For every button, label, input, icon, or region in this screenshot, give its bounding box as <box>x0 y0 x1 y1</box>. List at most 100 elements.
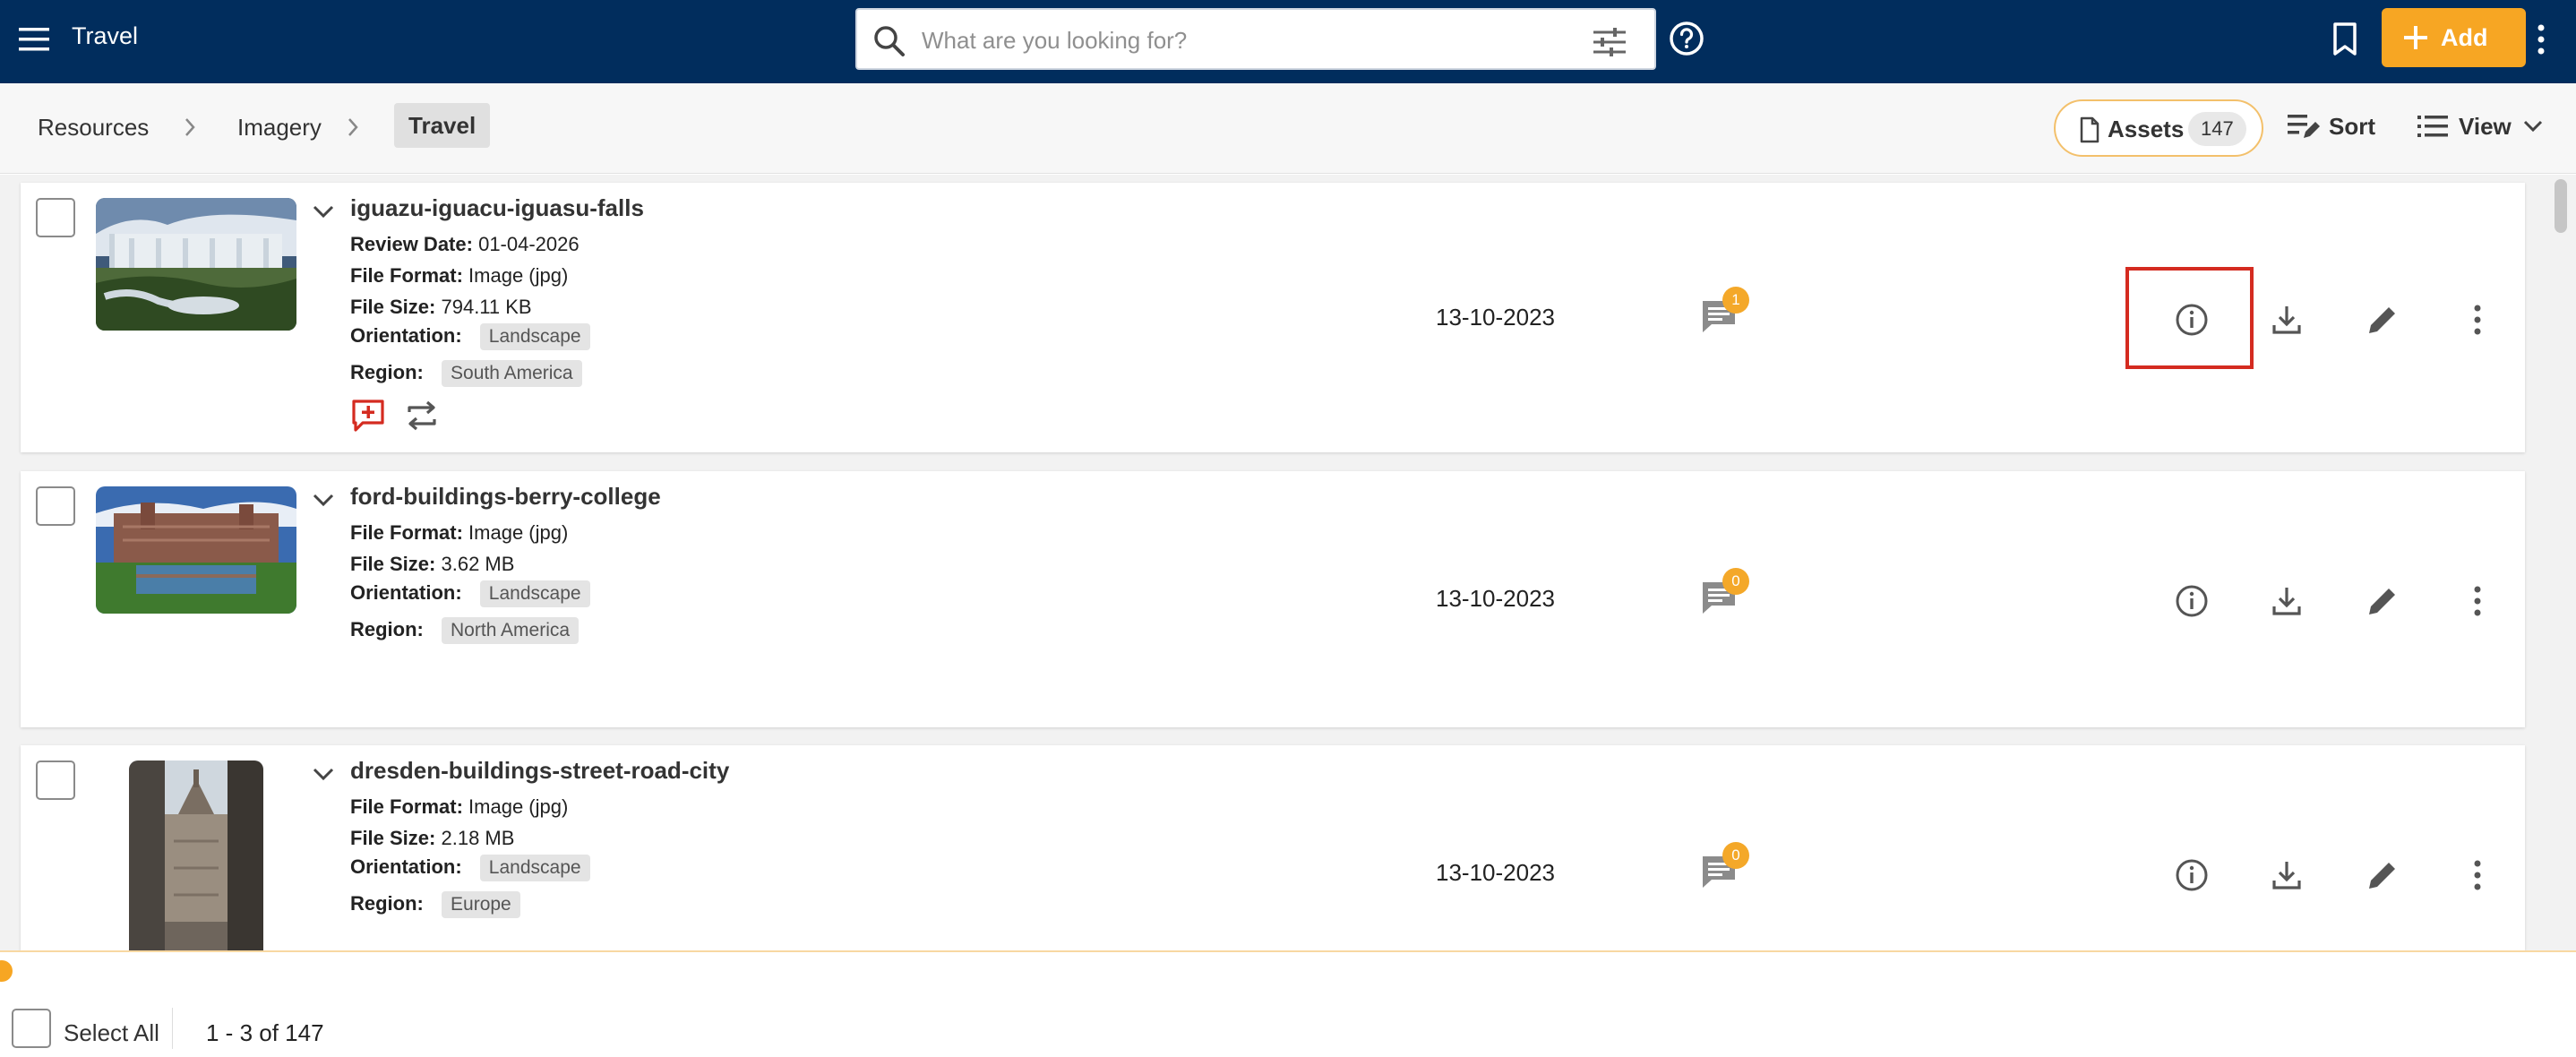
file-format-row: File Format: Image (jpg) <box>350 521 568 545</box>
orientation-tag: Landscape <box>479 323 590 350</box>
expand-chevron-icon[interactable] <box>309 763 338 786</box>
asset-checkbox[interactable] <box>36 486 75 526</box>
file-format-label: File Format: <box>350 521 463 544</box>
file-format-row: File Format: Image (jpg) <box>350 264 568 288</box>
select-all-checkbox[interactable] <box>12 1009 51 1048</box>
breadcrumb-resources[interactable]: Resources <box>38 114 149 142</box>
file-size-value: 2.18 MB <box>441 827 515 849</box>
orientation-tag: Landscape <box>479 580 590 607</box>
file-format-value: Image (jpg) <box>468 264 569 287</box>
region-row: Region: North America <box>350 617 580 644</box>
row-more-button[interactable] <box>2456 854 2499 897</box>
asset-card: ford-buildings-berry-college File Format… <box>21 471 2525 727</box>
review-date-label: Review Date: <box>350 233 473 255</box>
bookmark-icon[interactable] <box>2327 20 2363 59</box>
scrollbar-thumb[interactable] <box>2555 179 2567 233</box>
document-icon <box>2080 116 2099 143</box>
region-tag: North America <box>442 617 580 644</box>
repeat-icon[interactable] <box>404 398 440 434</box>
info-icon <box>2176 585 2208 617</box>
row-more-button[interactable] <box>2456 580 2499 623</box>
edit-button[interactable] <box>2361 580 2404 623</box>
asset-name[interactable]: ford-buildings-berry-college <box>350 483 661 511</box>
more-options-icon[interactable] <box>2528 20 2555 59</box>
search-input[interactable] <box>922 21 1531 60</box>
more-vertical-icon <box>2474 586 2481 616</box>
edit-button[interactable] <box>2361 854 2404 897</box>
view-button[interactable]: View <box>2416 107 2550 146</box>
list-view-icon <box>2417 116 2448 137</box>
orientation-row: Orientation: Landscape <box>350 580 590 607</box>
view-label: View <box>2459 113 2512 140</box>
footer-divider <box>172 1008 173 1049</box>
assets-button[interactable]: Assets 147 <box>2054 99 2263 157</box>
file-size-row: File Size: 2.18 MB <box>350 827 514 850</box>
add-comment-icon[interactable] <box>350 398 386 434</box>
region-tag: Europe <box>442 891 520 918</box>
expand-chevron-icon[interactable] <box>309 201 338 224</box>
info-button[interactable] <box>2170 854 2213 897</box>
more-vertical-icon <box>2474 305 2481 335</box>
asset-thumbnail[interactable] <box>129 761 263 950</box>
asset-name[interactable]: dresden-buildings-street-road-city <box>350 757 729 785</box>
asset-date: 13-10-2023 <box>1436 585 1555 612</box>
asset-card: dresden-buildings-street-road-city File … <box>21 745 2525 950</box>
asset-date: 13-10-2023 <box>1436 859 1555 886</box>
file-format-label: File Format: <box>350 795 463 818</box>
file-format-label: File Format: <box>350 264 463 287</box>
pencil-icon <box>2369 307 2395 333</box>
chevron-right-icon <box>348 118 358 136</box>
asset-thumbnail[interactable] <box>96 486 296 614</box>
orientation-row: Orientation: Landscape <box>350 323 590 350</box>
orientation-label: Orientation: <box>350 581 462 604</box>
region-row: Region: Europe <box>350 891 520 918</box>
comment-count-badge: 1 <box>1722 287 1749 314</box>
download-button[interactable] <box>2265 298 2308 341</box>
file-size-value: 794.11 KB <box>441 296 532 318</box>
file-size-label: File Size: <box>350 827 436 849</box>
search-bar <box>855 8 1656 70</box>
file-size-label: File Size: <box>350 553 436 575</box>
asset-name[interactable]: iguazu-iguacu-iguasu-falls <box>350 194 644 222</box>
edit-button[interactable] <box>2361 298 2404 341</box>
row-more-button[interactable] <box>2456 298 2499 341</box>
file-format-row: File Format: Image (jpg) <box>350 795 568 819</box>
sort-label: Sort <box>2329 113 2375 140</box>
assets-count-badge: 147 <box>2188 112 2246 146</box>
download-button[interactable] <box>2265 854 2308 897</box>
asset-thumbnail[interactable] <box>96 198 296 331</box>
breadcrumb-current: Travel <box>394 103 491 148</box>
asset-checkbox[interactable] <box>36 761 75 800</box>
review-date-row: Review Date: 01-04-2026 <box>350 233 580 256</box>
breadcrumb-bar: Resources Imagery Travel Assets 147 Sort <box>0 83 2576 174</box>
download-icon <box>2272 862 2301 889</box>
add-button[interactable]: Add <box>2382 8 2526 67</box>
menu-icon[interactable] <box>16 21 52 57</box>
chevron-down-icon <box>2523 120 2543 133</box>
expand-chevron-icon[interactable] <box>309 489 338 512</box>
file-size-row: File Size: 3.62 MB <box>350 553 514 576</box>
file-size-label: File Size: <box>350 296 436 318</box>
region-label: Region: <box>350 892 424 915</box>
breadcrumb-imagery[interactable]: Imagery <box>237 114 322 142</box>
pencil-icon <box>2369 589 2395 614</box>
pagination-info: 1 - 3 of 147 <box>206 1019 324 1046</box>
asset-checkbox[interactable] <box>36 198 75 237</box>
filter-settings-icon[interactable] <box>1592 26 1627 58</box>
region-label: Region: <box>350 618 424 640</box>
file-format-value: Image (jpg) <box>468 521 569 544</box>
orientation-label: Orientation: <box>350 324 462 347</box>
comments-button[interactable]: 0 <box>1699 842 1756 899</box>
comments-button[interactable]: 0 <box>1699 568 1756 625</box>
select-all-label[interactable]: Select All <box>64 1019 159 1047</box>
sort-edit-icon <box>2288 115 2320 138</box>
download-button[interactable] <box>2265 580 2308 623</box>
info-button[interactable] <box>2170 580 2213 623</box>
region-label: Region: <box>350 361 424 383</box>
info-button-highlight <box>2125 267 2254 369</box>
download-icon <box>2272 306 2301 334</box>
add-button-label: Add <box>2441 24 2488 51</box>
orientation-row: Orientation: Landscape <box>350 855 590 881</box>
help-icon[interactable] <box>1668 20 1705 57</box>
comments-button[interactable]: 1 <box>1699 287 1756 344</box>
